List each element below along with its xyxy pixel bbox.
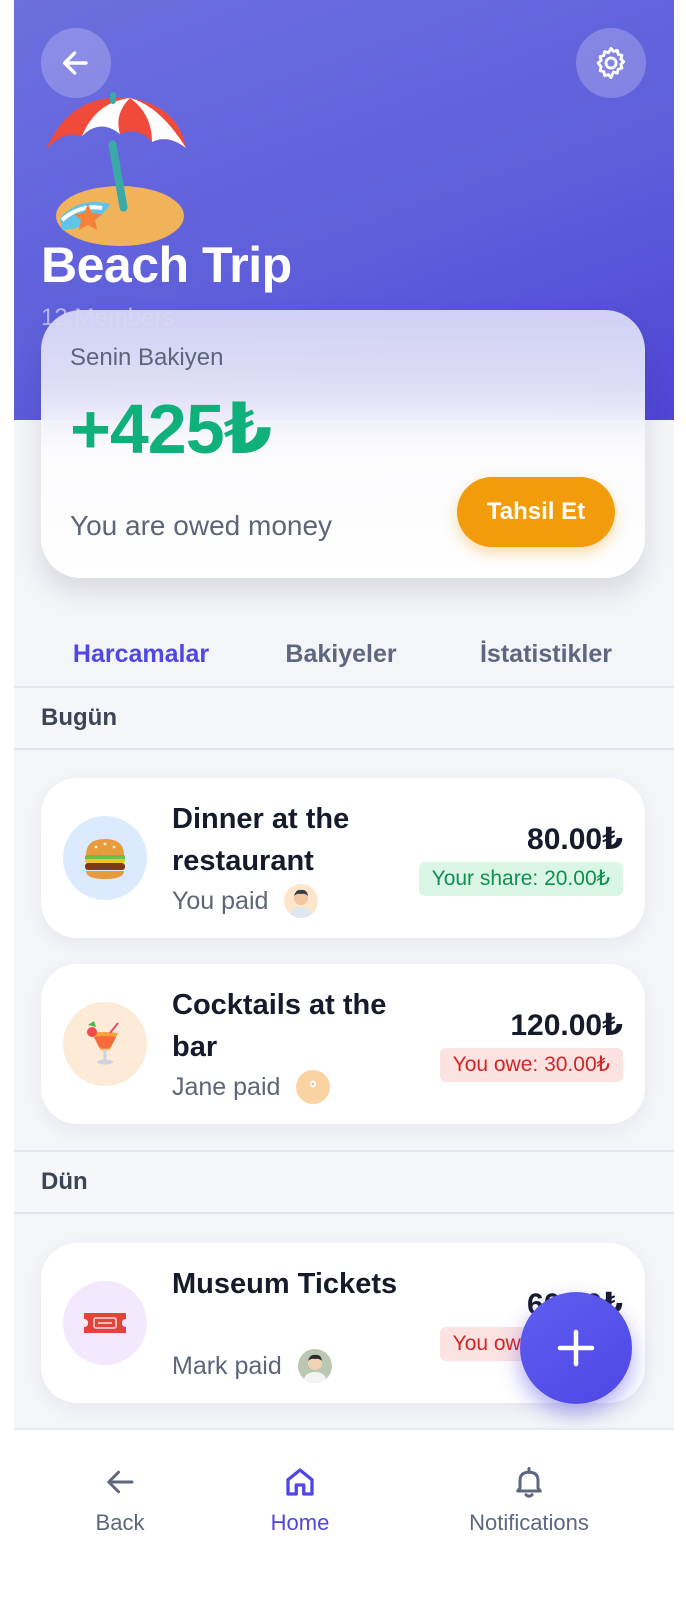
payer-label: Mark paid bbox=[172, 1351, 282, 1380]
nav-back[interactable]: Back bbox=[70, 1464, 170, 1536]
collect-button[interactable]: Tahsil Et bbox=[457, 477, 615, 547]
gear-icon bbox=[596, 47, 626, 79]
expense-payer: Mark paid bbox=[172, 1349, 332, 1383]
section-header-yesterday: Dün bbox=[14, 1150, 674, 1214]
hamburger-icon bbox=[63, 816, 147, 900]
expense-payer: You paid bbox=[172, 884, 319, 918]
tab-statistics[interactable]: İstatistikler bbox=[441, 640, 651, 669]
balance-label: Senin Bakiyen bbox=[70, 344, 224, 371]
tab-balances[interactable]: Bakiyeler bbox=[241, 640, 441, 669]
nav-notifications[interactable]: Notifications bbox=[454, 1464, 604, 1536]
expense-card[interactable]: Cocktails at the bar Jane paid 120.00₺ Y… bbox=[41, 964, 645, 1124]
tab-expenses[interactable]: Harcamalar bbox=[41, 640, 241, 669]
back-button[interactable] bbox=[41, 28, 111, 98]
section-title: Dün bbox=[41, 1168, 88, 1195]
balance-status: You are owed money bbox=[70, 510, 333, 541]
nav-label: Home bbox=[270, 1510, 330, 1535]
balance-amount: +425₺ bbox=[70, 390, 272, 468]
app-screen: Beach Trip 12 Members Senin Bakiyen +425… bbox=[14, 0, 674, 1600]
arrow-left-icon bbox=[107, 1470, 134, 1494]
share-badge: Your share: 20.00₺ bbox=[418, 862, 623, 896]
ticket-icon bbox=[63, 1281, 147, 1365]
home-icon bbox=[286, 1468, 314, 1496]
plus-icon bbox=[557, 1329, 595, 1367]
expense-title: Cocktails at the bar bbox=[172, 989, 387, 1063]
section-header-today: Bugün bbox=[14, 686, 674, 750]
expense-amount: 120.00₺ bbox=[510, 1009, 623, 1042]
beach-umbrella-icon bbox=[46, 92, 186, 246]
expense-card[interactable]: Dinner at the restaurant You paid 80.00₺… bbox=[41, 778, 645, 938]
expense-amount: 80.00₺ bbox=[527, 823, 623, 856]
section-title: Bugün bbox=[41, 704, 117, 731]
bottom-navigation: Back Home Notifications bbox=[14, 1428, 674, 1600]
expense-title: Dinner at the restaurant bbox=[172, 803, 350, 877]
avatar bbox=[296, 1070, 331, 1104]
nav-label: Notifications bbox=[469, 1510, 589, 1535]
bell-icon bbox=[516, 1467, 542, 1498]
payer-label: Jane paid bbox=[172, 1072, 281, 1101]
tropical-drink-icon bbox=[63, 1002, 147, 1086]
owe-badge: You owe: 30.00₺ bbox=[439, 1048, 623, 1082]
nav-label: Back bbox=[95, 1510, 145, 1535]
expense-payer: Jane paid bbox=[172, 1070, 331, 1104]
nav-home[interactable]: Home bbox=[250, 1464, 350, 1536]
balance-card: Senin Bakiyen +425₺ You are owed money T… bbox=[41, 310, 645, 578]
payer-label: You paid bbox=[172, 886, 269, 915]
arrow-left-icon bbox=[62, 51, 88, 75]
settings-button[interactable] bbox=[576, 28, 646, 98]
expense-title: Museum Tickets bbox=[172, 1268, 398, 1300]
avatar bbox=[284, 884, 319, 918]
group-title: Beach Trip bbox=[41, 237, 292, 293]
add-expense-button[interactable] bbox=[520, 1292, 632, 1404]
avatar bbox=[297, 1349, 332, 1383]
